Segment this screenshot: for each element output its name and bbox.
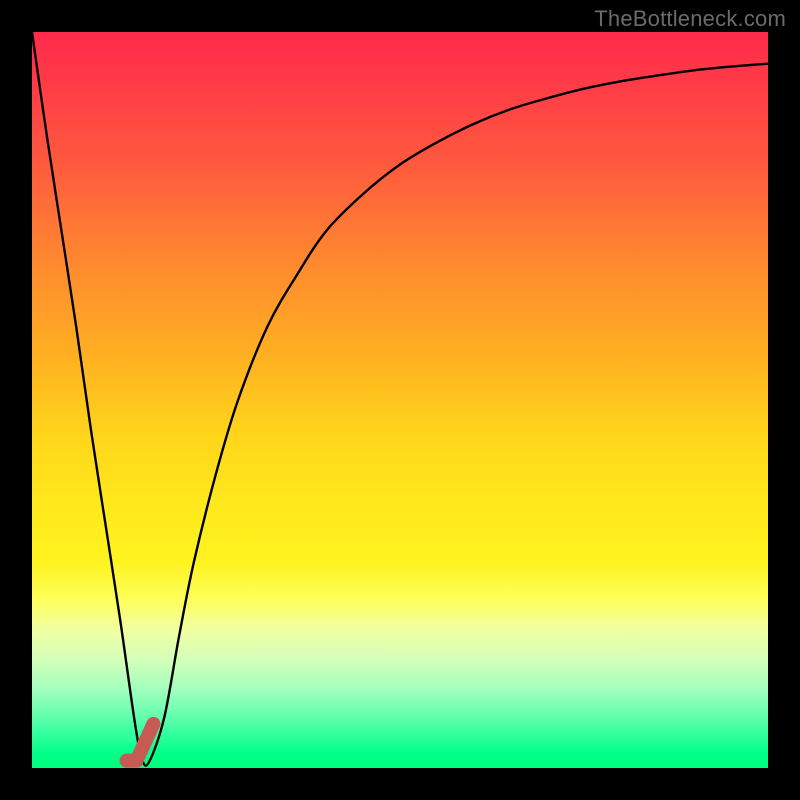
- bottleneck-curve: [32, 32, 768, 766]
- chart-svg: [32, 32, 768, 768]
- chart-plot-area: [32, 32, 768, 768]
- bottleneck-minimum-marker: [127, 724, 154, 761]
- attribution-label: TheBottleneck.com: [594, 6, 786, 32]
- chart-frame: TheBottleneck.com: [0, 0, 800, 800]
